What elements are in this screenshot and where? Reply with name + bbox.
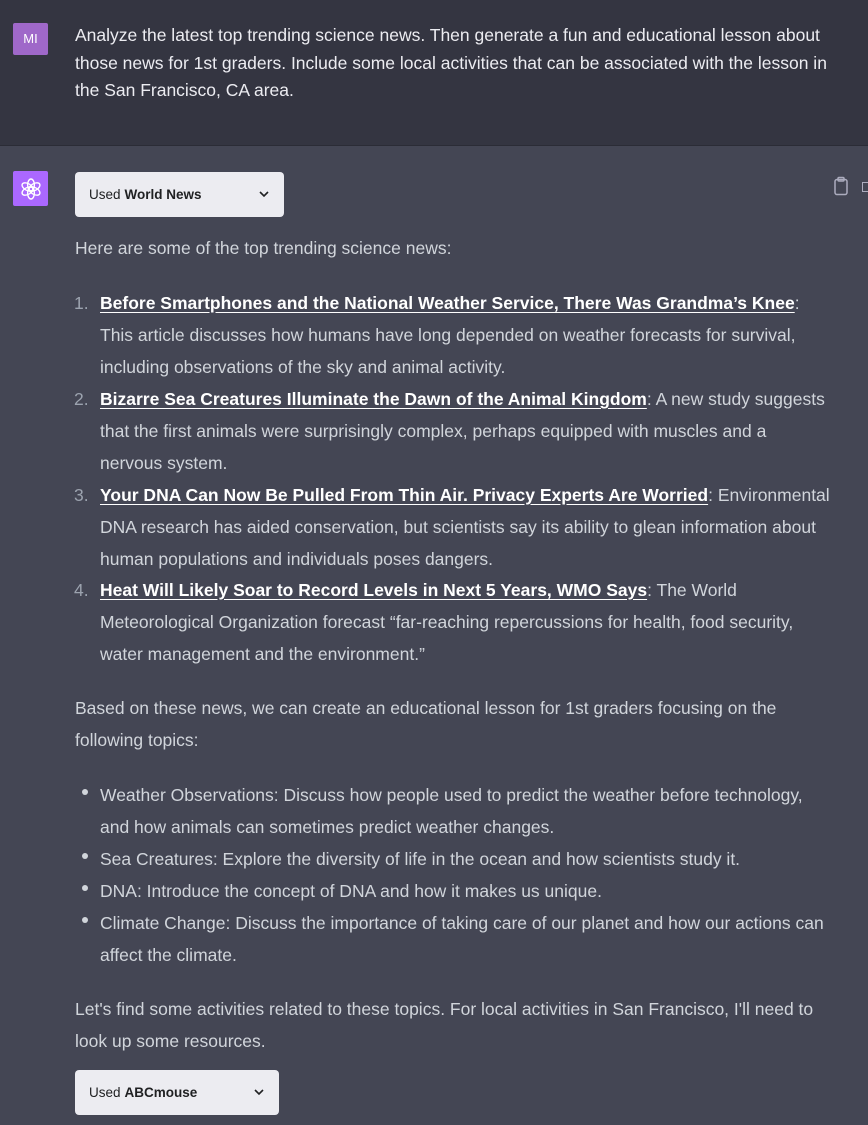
user-message: MI Analyze the latest top trending scien… — [0, 0, 868, 146]
news-link[interactable]: Before Smartphones and the National Weat… — [100, 293, 795, 313]
news-intro: Here are some of the top trending scienc… — [75, 238, 452, 258]
topic-item: Weather Observations: Discuss how people… — [100, 785, 803, 837]
news-item: Heat Will Likely Soar to Record Levels i… — [100, 574, 830, 670]
topic-item: Climate Change: Discuss the importance o… — [100, 913, 824, 965]
news-item: Before Smartphones and the National Weat… — [100, 287, 830, 383]
topic-item: Sea Creatures: Explore the diversity of … — [100, 849, 741, 869]
news-link[interactable]: Heat Will Likely Soar to Record Levels i… — [100, 580, 647, 600]
news-item: Bizarre Sea Creatures Illuminate the Daw… — [100, 383, 830, 479]
copy-button[interactable] — [832, 176, 850, 201]
plugin-used-world-news[interactable]: Used World News — [75, 172, 284, 217]
plugin-name: ABCmouse — [124, 1085, 198, 1100]
news-link[interactable]: Your DNA Can Now Be Pulled From Thin Air… — [100, 485, 708, 505]
user-avatar: MI — [13, 23, 48, 55]
list-number: 4. — [74, 580, 89, 600]
clipboard-icon — [834, 176, 848, 196]
bullet-dot — [82, 853, 88, 859]
plugin-name: World News — [124, 187, 202, 202]
bullet-dot — [82, 789, 88, 795]
bullet-dot — [82, 885, 88, 891]
list-number: 3. — [74, 485, 89, 505]
list-number: 1. — [74, 293, 89, 313]
list-number: 2. — [74, 389, 89, 409]
plugin-used-label: Used — [89, 1085, 121, 1100]
thumbs-icon[interactable] — [862, 182, 868, 192]
bullet-dot — [82, 917, 88, 923]
lesson-intro: Based on these news, we can create an ed… — [75, 698, 777, 750]
topic-item: DNA: Introduce the concept of DNA and ho… — [100, 881, 602, 901]
news-link[interactable]: Bizarre Sea Creatures Illuminate the Daw… — [100, 389, 647, 409]
user-message-text: Analyze the latest top trending science … — [75, 25, 827, 100]
plugin-used-abcmouse[interactable]: Used ABCmouse — [75, 1070, 279, 1115]
closing-text: Let's find some activities related to th… — [75, 999, 814, 1051]
assistant-avatar — [13, 171, 48, 206]
chevron-down-icon — [259, 191, 269, 198]
chevron-down-icon — [254, 1089, 264, 1096]
plugin-used-label: Used — [89, 187, 121, 202]
openai-logo-icon — [20, 177, 41, 200]
news-item: Your DNA Can Now Be Pulled From Thin Air… — [100, 479, 830, 575]
